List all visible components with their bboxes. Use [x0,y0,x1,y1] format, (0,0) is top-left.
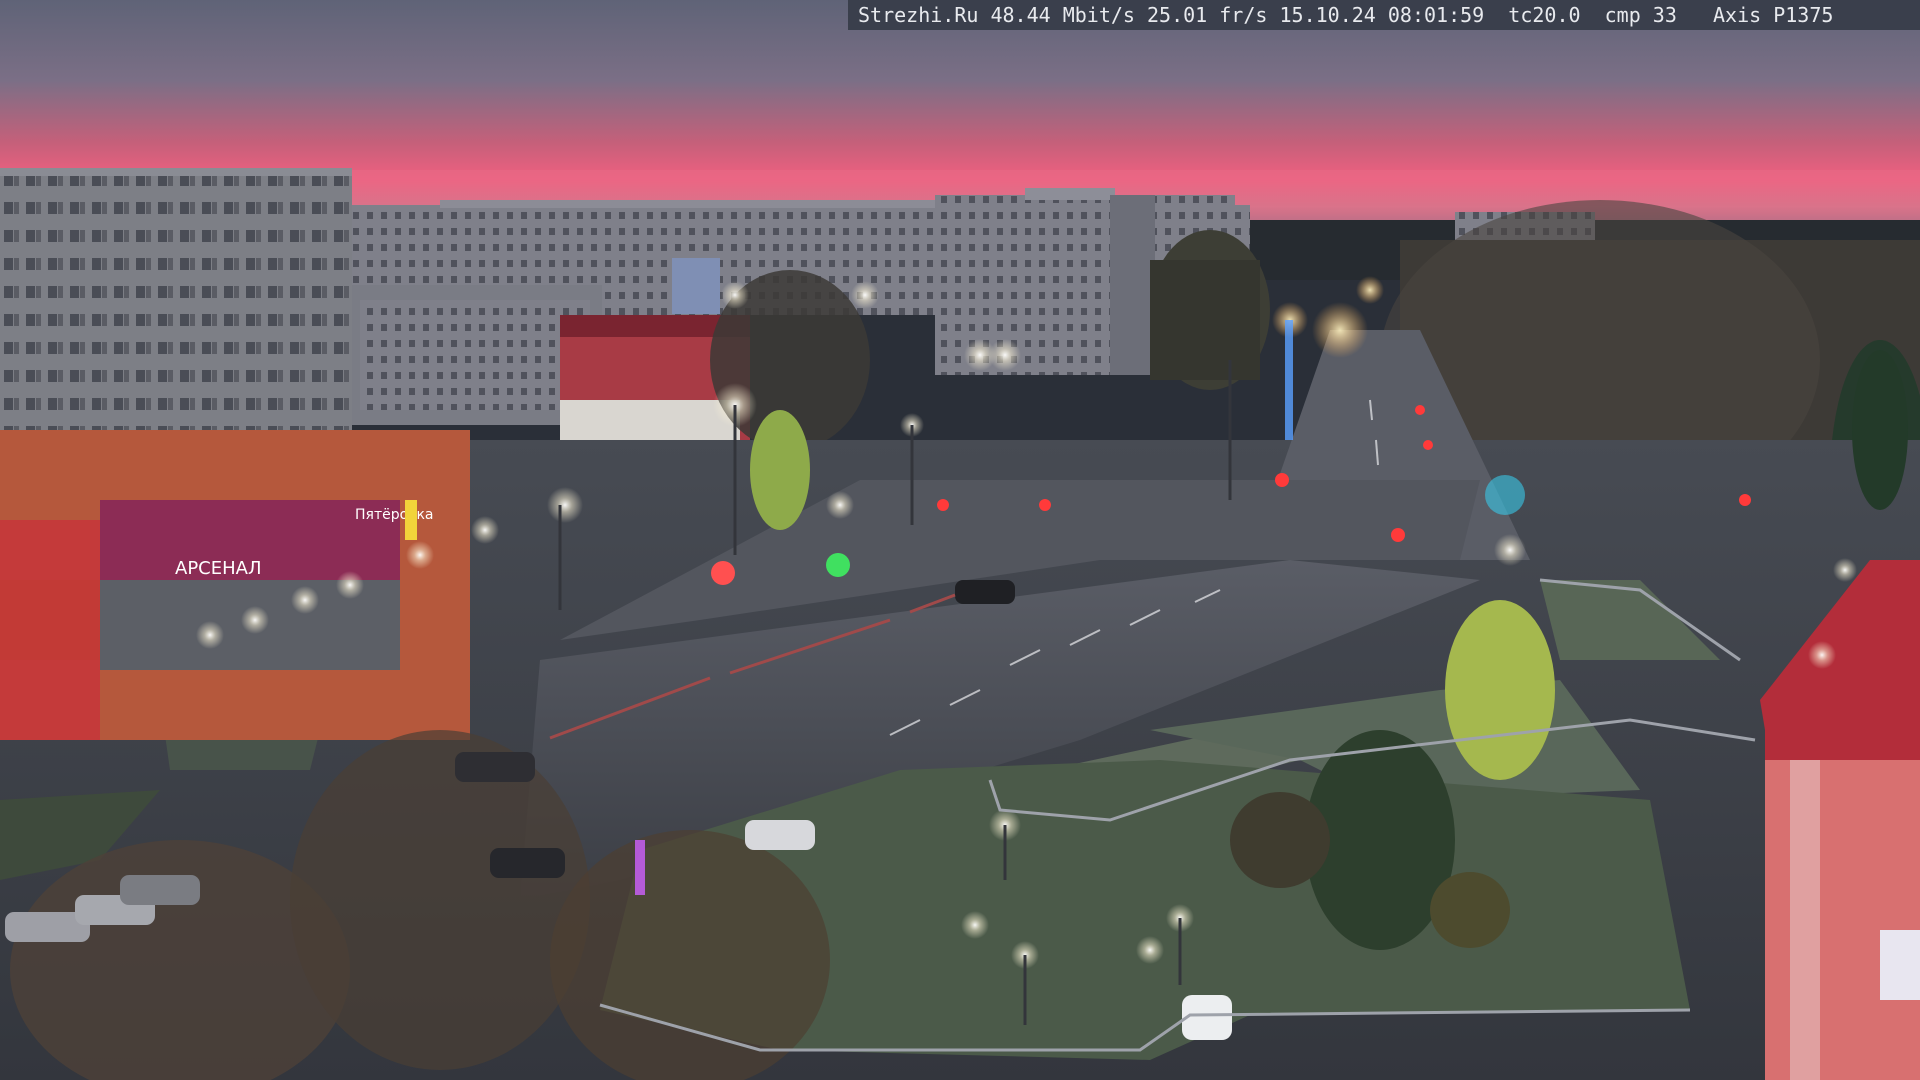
city-scene: АРСЕНАЛ Пятёрочка [0,0,1920,1080]
overlay-framerate: 25.01 fr/s [1147,3,1268,27]
overlay-tc: tc20.0 [1508,3,1581,27]
overlay-site: Strezhi.Ru [858,3,979,27]
overlay-camera-model: Axis P1375 [1713,3,1834,27]
overlay-date: 15.10.24 [1279,3,1376,27]
overlay-cmp: cmp 33 [1604,3,1677,27]
camera-overlay-bar: Strezhi.Ru 48.44 Mbit/s 25.01 fr/s 15.10… [848,0,1920,30]
store-sign-1: АРСЕНАЛ [175,558,262,579]
overlay-time: 08:01:59 [1387,3,1485,27]
overlay-bitrate: 48.44 Mbit/s [990,3,1135,27]
webcam-frame: АРСЕНАЛ Пятёрочка Strezhi.Ru 48.44 Mbit/… [0,0,1920,1080]
store-sign-2: Пятёрочка [355,507,433,523]
